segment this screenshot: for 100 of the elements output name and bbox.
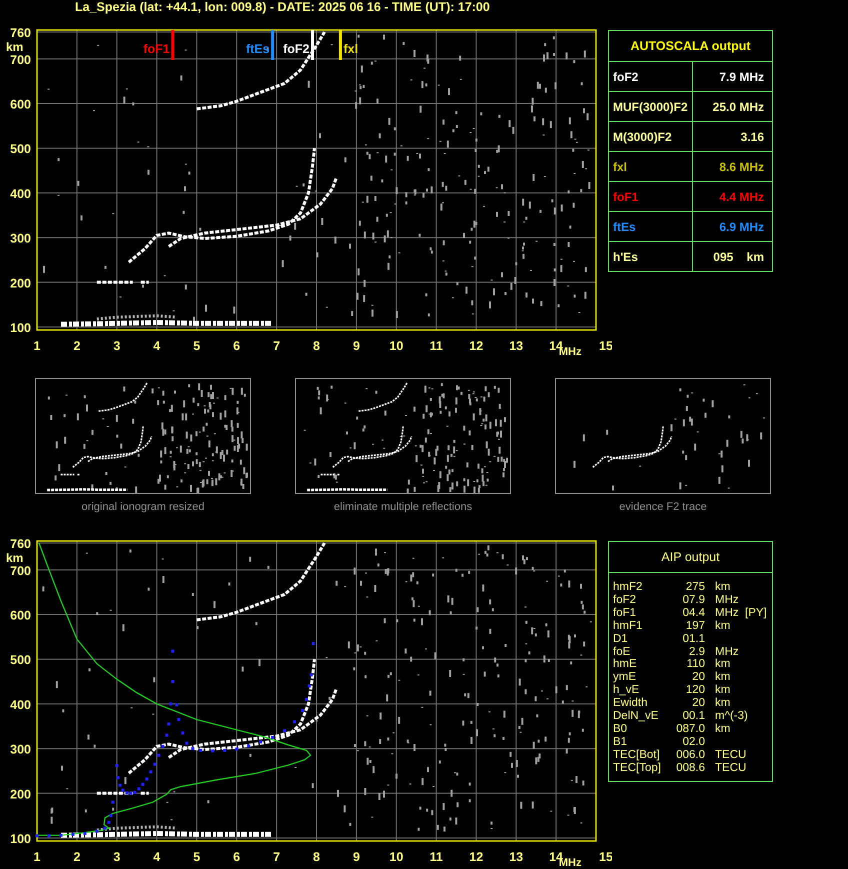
axis-tick-label: 10 — [389, 850, 404, 864]
parameter-unit: TECU — [714, 762, 745, 775]
axis-tick-label: 6 — [233, 339, 240, 353]
axis-tick-label: 500 — [10, 142, 31, 156]
parameter-name: Ewidth — [613, 697, 649, 710]
parameter-label: foF1 — [613, 190, 638, 204]
axis-tick-label: 400 — [10, 698, 31, 712]
parameter-name: TEC[Bot] — [613, 748, 661, 762]
thumbnail-caption: evidence F2 trace — [619, 501, 707, 513]
parameter-value: 04.4 — [682, 606, 705, 620]
marker-label: ftEs — [246, 42, 270, 56]
table-title: AIP output — [609, 542, 772, 573]
table-cell: 095 km — [692, 242, 772, 271]
parameter-name: foF1 — [613, 606, 638, 620]
parameter-value: 006.0 — [675, 748, 705, 762]
axis-tick-label: 100 — [10, 832, 31, 846]
axis-tick-label: 760 — [10, 537, 31, 551]
axis-tick-label: 7 — [273, 339, 280, 353]
table-cell: 6.9 MHz — [692, 212, 772, 241]
marker-label: fxl — [343, 42, 358, 56]
parameter-value: 20 — [691, 671, 705, 684]
axis-tick-label: 8 — [313, 850, 320, 864]
axis-tick-label: 600 — [10, 98, 31, 112]
axis-tick-label: 12 — [469, 339, 484, 353]
parameter-value: 008.6 — [675, 762, 705, 775]
parameter-unit: km — [714, 671, 732, 684]
table-cell: 8.6 MHz — [692, 152, 772, 181]
table-cell: 25.0 MHz — [692, 92, 772, 121]
axis-tick-label: 500 — [10, 653, 31, 668]
axis-tick-label: 1 — [34, 339, 40, 353]
axis-tick-label: 4 — [153, 850, 160, 864]
axis-tick-label: 6 — [233, 850, 240, 864]
axis-tick-label: 700 — [10, 564, 31, 578]
axis-tick-label: 100 — [10, 321, 31, 335]
axis-tick-label: 9 — [352, 339, 360, 353]
parameter-name: foF2 — [613, 594, 638, 607]
parameter-unit: km — [714, 658, 732, 672]
parameter-value: 20 — [691, 697, 705, 710]
parameter-name: foE — [613, 646, 632, 658]
axis-tick-label: 400 — [10, 186, 31, 201]
parameter-value: 197 — [684, 620, 705, 633]
axis-tick-label: 4 — [153, 339, 160, 353]
parameter-name: ymE — [613, 671, 637, 684]
parameter-unit: MHz — [714, 646, 740, 658]
parameter-name: DelN_vE — [613, 710, 660, 723]
parameter-note: [PY] — [745, 606, 768, 620]
parameter-label: M(3000)F2 — [613, 130, 672, 144]
thumbnail-caption: eliminate multiple reflections — [334, 501, 472, 513]
parameter-name: hmF2 — [613, 581, 644, 594]
parameter-unit: TECU — [714, 748, 745, 762]
parameter-label: MUF(3000)F2 — [613, 100, 688, 114]
axis-tick-label: 5 — [193, 850, 200, 864]
axis-tick-label: 11 — [430, 339, 443, 353]
table-cell: 3.16 — [692, 122, 772, 151]
thumbnail-caption: original ionogram resized — [82, 501, 204, 513]
axis-tick-label: 5 — [193, 339, 200, 353]
axis-unit-label: km — [6, 40, 24, 54]
page-title: La_Spezia (lat: +44.1, lon: 009.8) - DATE: 2025 06 16 - TIME (UT): 17:00 — [74, 0, 491, 16]
axis-tick-label: 600 — [10, 608, 31, 623]
axis-tick-label: 3 — [113, 850, 120, 864]
axis-tick-label: 300 — [10, 742, 31, 757]
parameter-value: 07.9 — [682, 594, 705, 607]
parameter-value: 110 — [686, 658, 705, 672]
parameter-name: B1 — [613, 736, 628, 749]
axis-tick-label: 2 — [73, 339, 80, 353]
axis-tick-label: 300 — [10, 232, 31, 246]
axis-tick-label: 12 — [469, 850, 484, 864]
parameter-value: 02.0 — [682, 736, 705, 749]
axis-tick-label: 10 — [389, 339, 404, 353]
parameter-name: hmF1 — [613, 620, 644, 633]
parameter-name: h_vE — [613, 684, 640, 698]
parameter-name: hmE — [613, 658, 638, 672]
table-title: AUTOSCALA output — [609, 31, 772, 62]
parameter-unit: m^(-3) — [714, 710, 745, 723]
parameter-value: 2.9 — [688, 646, 705, 658]
parameter-unit: km — [714, 722, 732, 736]
parameter-unit: km — [714, 697, 732, 710]
parameter-label: foF2 — [613, 70, 638, 84]
axis-tick-label: 8 — [313, 339, 320, 353]
table-cell: 4.4 MHz — [692, 182, 772, 211]
parameter-name: D1 — [613, 632, 629, 646]
parameter-label: ftEs — [613, 220, 636, 234]
axis-tick-label: 3 — [113, 339, 120, 353]
marker-label: foF2 — [283, 42, 310, 56]
table-cell: 7.9 MHz — [692, 62, 772, 91]
axis-tick-label: 9 — [352, 850, 360, 864]
axis-tick-label: 11 — [430, 850, 443, 864]
axis-tick-label: 760 — [10, 26, 31, 40]
axis-tick-label: 2 — [73, 850, 80, 864]
marker-label: foF1 — [143, 42, 170, 56]
axis-tick-label: 200 — [10, 787, 31, 802]
parameter-label: h'Es — [613, 250, 638, 264]
axis-tick-label: 1 — [34, 850, 40, 864]
parameter-unit: km — [714, 620, 732, 633]
axis-unit-label: km — [6, 551, 24, 565]
axis-tick-label: 200 — [10, 276, 31, 290]
axis-tick-label: 13 — [509, 850, 524, 864]
parameter-unit: km — [714, 581, 732, 594]
parameter-name: B0 — [613, 722, 628, 736]
parameter-value: 275 — [684, 581, 705, 594]
